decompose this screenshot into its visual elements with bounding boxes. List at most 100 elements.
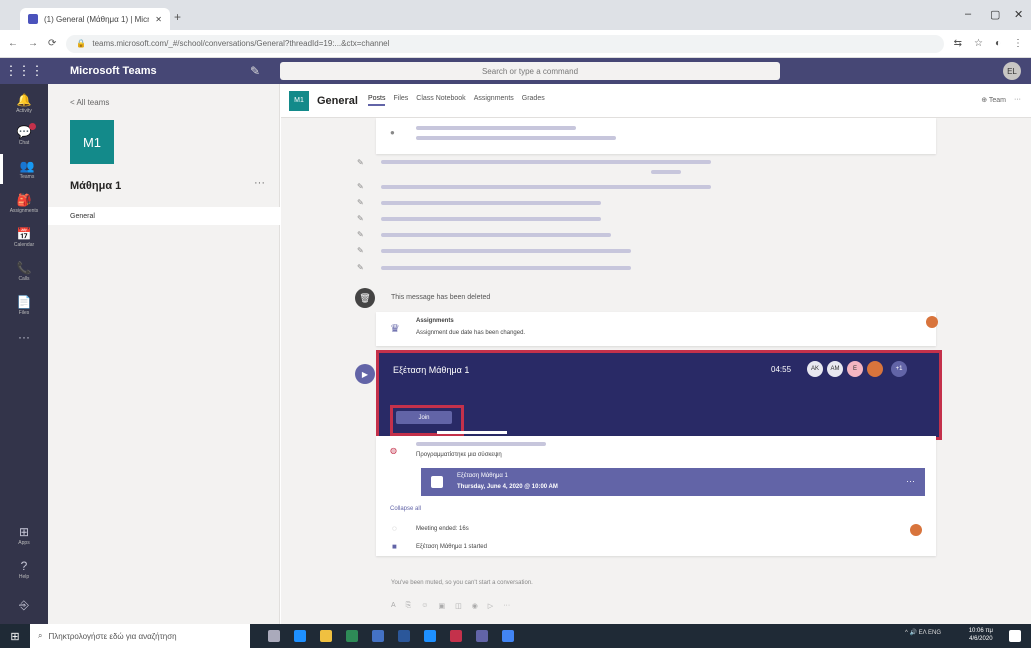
meeting-timer: 04:55 (771, 365, 792, 374)
more-icon: ··· (18, 330, 30, 344)
header-more-button[interactable]: ··· (1014, 96, 1021, 104)
url-text: teams.microsoft.com/_#/school/conversati… (92, 39, 390, 48)
meeting-embed-card[interactable]: Εξέταση Μάθημα 1 Thursday, June 4, 2020 … (421, 468, 925, 496)
tab-class-notebook[interactable]: Class Notebook (416, 95, 465, 106)
tab-close-icon[interactable]: ✕ (155, 15, 162, 24)
browser-menu-icon[interactable]: ⋮ (1013, 38, 1023, 49)
close-window-button[interactable]: ✕ (1014, 8, 1023, 21)
rail-item-assignments[interactable]: 🎒 Assignments (0, 188, 48, 218)
rail-item-help[interactable]: ? Help (0, 554, 48, 584)
embed-title: Εξέταση Μάθημα 1 (457, 473, 508, 479)
chrome-icon[interactable] (502, 630, 514, 642)
system-tray[interactable]: ^ 🔊 ΕΛ ENG (905, 629, 941, 636)
tab-grades[interactable]: Grades (522, 95, 545, 106)
feedback-icon: ⎆ (19, 597, 29, 612)
assignment-text: Assignment due date has been changed. (416, 330, 526, 336)
search-icon: ⌕ (38, 631, 43, 640)
mail-icon[interactable] (372, 630, 384, 642)
tab-assignments[interactable]: Assignments (474, 95, 514, 106)
rail-item-calls[interactable]: 📞 Calls (0, 256, 48, 286)
new-tab-button[interactable]: + (174, 10, 181, 24)
rail-item-activity[interactable]: 🔔 Activity (0, 88, 48, 118)
rail-item-chat[interactable]: 💬 Chat (0, 120, 48, 150)
browser-tab[interactable]: (1) General (Μάθημα 1) | Micros... ✕ (20, 8, 170, 30)
blurred-text (381, 233, 611, 237)
attach-icon: ⎘ (405, 602, 412, 609)
left-rail: 🔔 Activity 💬 Chat 👥 Teams 🎒 Assignments … (0, 84, 48, 624)
task-view-icon[interactable] (268, 630, 280, 642)
minimize-button[interactable]: – (965, 8, 971, 20)
reload-icon[interactable]: ⟳ (48, 38, 56, 49)
rail-label: Activity (16, 107, 32, 114)
store-icon[interactable] (320, 630, 332, 642)
compose-toolbar: A ⎘ ☺ ▣ ◫ ◉ ▷ ··· (391, 602, 510, 610)
live-meeting-card: Εξέταση Μάθημα 1 04:55 AK AM E +1 Join (376, 350, 942, 440)
forward-icon[interactable]: → (28, 38, 38, 49)
collapse-all-link[interactable]: Collapse all (390, 506, 421, 512)
scheduled-text: Προγραμματίστηκε μια σύσκεψη (416, 452, 502, 458)
divider (437, 431, 507, 434)
join-button[interactable]: Join (396, 411, 452, 424)
all-teams-link[interactable]: < All teams (70, 98, 109, 107)
tab-files[interactable]: Files (393, 95, 408, 106)
rail-item-files[interactable]: 📄 Files (0, 290, 48, 320)
rail-item-calendar[interactable]: 📅 Calendar (0, 222, 48, 252)
maximize-button[interactable]: ▢ (990, 8, 1000, 21)
sticker-icon: ◫ (455, 603, 462, 610)
extension-icon[interactable]: ◐ (995, 38, 1001, 49)
meet-icon: ◉ (471, 603, 478, 610)
back-icon[interactable]: ← (8, 38, 18, 49)
team-name: Μάθημα 1 (70, 180, 122, 192)
edit-icon: ✎ (357, 198, 364, 207)
excel-icon[interactable] (346, 630, 358, 642)
teams-taskbar-icon[interactable] (476, 630, 488, 642)
files-icon: 📄 (16, 294, 32, 309)
format-icon: A (391, 602, 396, 609)
pdf-icon[interactable] (450, 630, 462, 642)
start-icon[interactable]: ⊞ (0, 630, 30, 643)
star-icon[interactable]: ☆ (974, 38, 983, 49)
rail-label: Apps (18, 539, 30, 546)
browser-tab-bar: (1) General (Μάθημα 1) | Micros... ✕ + –… (0, 0, 1031, 30)
search-input[interactable]: Search or type a command (280, 62, 780, 80)
outlook-icon[interactable] (424, 630, 436, 642)
rail-item-feedback[interactable]: ⎆ (0, 590, 48, 620)
channel-title: General (317, 94, 358, 107)
clock-time: 10:06 πμ (968, 628, 993, 634)
rail-item-teams[interactable]: 👥 Teams (0, 154, 51, 184)
app-launcher-icon[interactable]: ⋮⋮⋮ (0, 63, 48, 79)
posts-feed: ● ✎ ✎ ✎ ✎ ✎ ✎ ✎ 🗑 This message has been … (281, 118, 1031, 624)
windows-taskbar: ⊞ ⌕ Πληκτρολογήστε εδώ για αναζήτηση ^ 🔊… (0, 624, 1031, 648)
taskbar-search[interactable]: ⌕ Πληκτρολογήστε εδώ για αναζήτηση (30, 624, 250, 648)
edge-icon[interactable] (294, 630, 306, 642)
assignment-sender: Assignments (416, 318, 454, 324)
meeting-started-text: Εξέταση Μάθημα 1 started (416, 544, 487, 550)
meeting-title: Εξέταση Μάθημα 1 (393, 365, 470, 375)
word-icon[interactable] (398, 630, 410, 642)
teams-favicon-icon (28, 14, 38, 24)
meeting-ended-icon: ◌ (392, 524, 397, 533)
meeting-ended-text: Meeting ended: 16s (416, 526, 469, 532)
notification-icon[interactable] (1009, 630, 1021, 642)
user-avatar-icon: ◍ (390, 446, 397, 455)
rail-item-more[interactable]: ··· (0, 322, 48, 352)
translate-icon[interactable]: ⇆ (954, 38, 962, 49)
team-more-button[interactable]: ··· (254, 177, 265, 189)
channel-tile: M1 (289, 90, 309, 111)
embed-date: Thursday, June 4, 2020 @ 10:00 AM (457, 484, 558, 490)
blurred-text (381, 201, 601, 205)
team-button[interactable]: ⊕ Team (981, 96, 1006, 104)
user-avatar[interactable]: EL (1003, 62, 1021, 80)
muted-notice: You've been muted, so you can't start a … (391, 580, 533, 586)
more-participants-badge: +1 (891, 361, 907, 377)
rail-item-apps[interactable]: ⊞ Apps (0, 520, 48, 550)
embed-more-button[interactable]: ··· (906, 476, 915, 486)
avatar: ● (390, 128, 395, 137)
clock[interactable]: 10:06 πμ 4/6/2020 (969, 627, 993, 643)
url-field[interactable]: 🔒 teams.microsoft.com/_#/school/conversa… (66, 34, 944, 53)
calls-icon: 📞 (16, 260, 32, 275)
meeting-started-icon: ■ (392, 542, 397, 551)
tab-posts[interactable]: Posts (367, 95, 386, 106)
meeting-thread-card: ◍ Προγραμματίστηκε μια σύσκεψη Collapse … (376, 436, 936, 556)
channel-item-general[interactable]: General ◉ (48, 207, 302, 225)
